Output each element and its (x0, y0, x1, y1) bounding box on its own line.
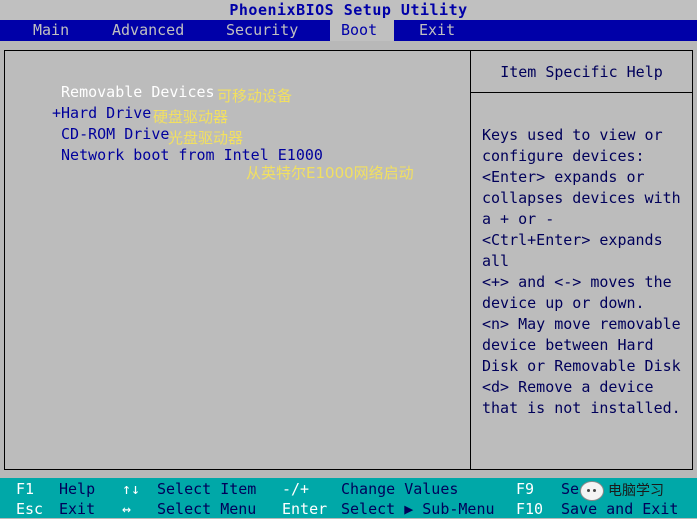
panel-divider (470, 51, 471, 469)
help-line: device between Hard (482, 336, 654, 354)
key-leftright-desc: Select Menu (157, 500, 257, 518)
key-f10-desc: Save and Exit (561, 500, 679, 518)
help-title: Item Specific Help (500, 63, 663, 81)
key-updown-desc: Select Item (157, 480, 257, 498)
annotation-hard-drive: 硬盘驱动器 (153, 108, 229, 126)
key-minus-plus[interactable]: -/+ (282, 479, 309, 499)
key-enter[interactable]: Enter (282, 499, 327, 519)
help-divider (471, 92, 692, 93)
help-line: Disk or Removable Disk (482, 357, 681, 375)
wechat-icon (580, 481, 604, 501)
key-f1[interactable]: F1 (16, 479, 34, 499)
help-line: <Enter> expands or (482, 168, 645, 186)
help-line: Keys used to view or (482, 126, 663, 144)
menu-advanced[interactable]: Advanced (106, 20, 190, 41)
key-minus-plus-desc: Change Values (341, 480, 459, 498)
main-panel: Removable Devices 可移动设备 +Hard Drive 硬盘驱动… (4, 50, 693, 470)
menu-boot[interactable]: Boot (330, 20, 394, 41)
key-esc[interactable]: Esc (16, 499, 43, 519)
help-line: collapses devices with (482, 189, 681, 207)
boot-item-removable-devices[interactable]: Removable Devices (52, 83, 215, 101)
menu-bar: Main Advanced Security Boot Exit (0, 20, 697, 41)
key-f1-desc: Help (59, 480, 96, 498)
key-f9-desc: Se (561, 480, 580, 498)
boot-item-cdrom-drive[interactable]: CD-ROM Drive (52, 125, 169, 143)
key-updown[interactable]: ↑↓ (122, 479, 140, 499)
help-line: configure devices: (482, 147, 645, 165)
help-line: <n> May move removable (482, 315, 681, 333)
menu-security[interactable]: Security (220, 20, 304, 41)
help-line: all (482, 252, 510, 270)
help-line: <Ctrl+Enter> expands (482, 231, 663, 249)
annotation-removable-devices: 可移动设备 (217, 87, 293, 105)
key-enter-desc: Select ▶ Sub-Menu (341, 500, 495, 518)
watermark: 电脑学习 (580, 480, 664, 502)
menu-main[interactable]: Main (27, 20, 75, 41)
help-line: a + or - (482, 210, 555, 228)
key-esc-desc: Exit (59, 500, 96, 518)
menu-exit[interactable]: Exit (413, 20, 461, 41)
annotation-cdrom-drive: 光盘驱动器 (168, 129, 244, 147)
key-f10[interactable]: F10 (516, 499, 543, 519)
boot-item-hard-drive[interactable]: +Hard Drive (52, 104, 151, 122)
help-line: device up or down. (482, 294, 645, 312)
window-title: PhoenixBIOS Setup Utility (0, 0, 697, 20)
help-line: that is not installed. (482, 399, 681, 417)
help-line: <d> Remove a device (482, 378, 654, 396)
annotation-network-boot: 从英特尔E1000网络启动 (246, 164, 414, 182)
help-line: <+> and <-> moves the (482, 273, 672, 291)
watermark-text: 电脑学习 (608, 483, 664, 499)
key-f9[interactable]: F9 (516, 479, 534, 499)
key-leftright[interactable]: ↔ (122, 499, 131, 519)
